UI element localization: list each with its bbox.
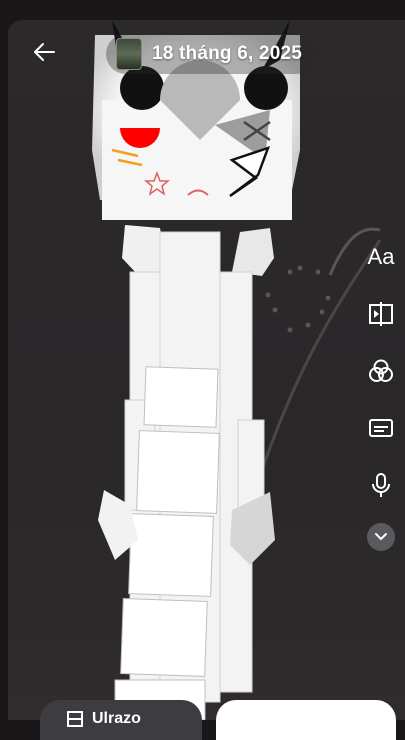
bottom-left-button[interactable]: Ulrazo (40, 700, 202, 740)
voice-tool-button[interactable] (360, 464, 402, 506)
drawing-artwork (92, 20, 382, 720)
more-tools-button[interactable] (367, 523, 395, 551)
filter-circles-icon (369, 359, 393, 382)
bottom-right-button[interactable] (216, 700, 396, 740)
caption-tool-button[interactable] (360, 407, 402, 449)
filter-tool-button[interactable] (360, 350, 402, 392)
text-tool-button[interactable]: Aa (360, 236, 402, 278)
split-view-icon (369, 302, 393, 326)
back-button[interactable] (26, 36, 62, 68)
caption-icon (369, 419, 393, 437)
bottom-left-label: Ulrazo (92, 710, 141, 727)
chevron-down-icon (375, 533, 387, 541)
date-header[interactable]: 18 tháng 6, 2025 (106, 34, 316, 74)
microphone-icon (372, 473, 390, 497)
editing-tool-rail: Aa (358, 236, 404, 574)
text-icon: Aa (367, 244, 395, 269)
arrow-left-icon (34, 43, 55, 61)
photo-thumbnail (116, 38, 142, 70)
grid-icon (67, 711, 83, 727)
date-label: 18 tháng 6, 2025 (152, 43, 302, 64)
top-bar: 18 tháng 6, 2025 (0, 0, 405, 90)
split-tool-button[interactable] (360, 293, 402, 335)
